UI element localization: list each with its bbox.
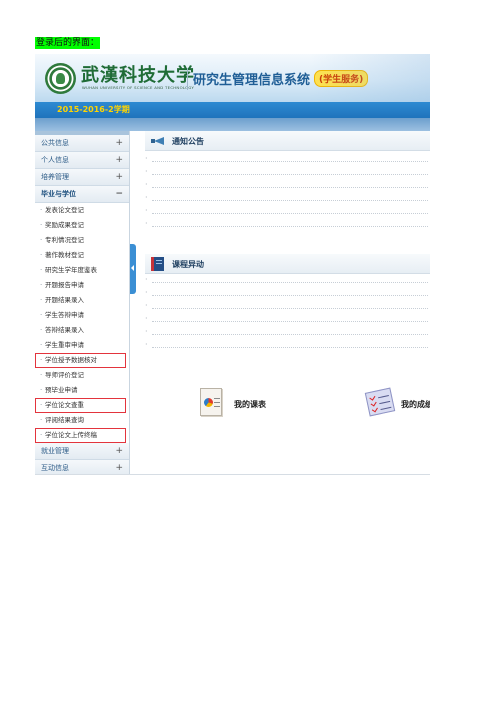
sidebar-item-defense-result[interactable]: 答辩结果录入 [35,323,129,338]
system-title: 研究生管理信息系统 [193,73,311,88]
university-logo-icon [45,63,76,94]
main-content: 通知公告 课程异动 我的课表 [136,131,430,474]
course-change-row[interactable] [145,340,428,349]
sidebar-item-defense-application[interactable]: 学生答辩申请 [35,308,129,323]
my-timetable-button[interactable]: 我的课表 [192,384,284,424]
sidebar-item-paper-registration[interactable]: 发表论文登记 [35,203,129,218]
sidebar-menu: 公共信息 + 个人信息 + 培养管理 + 毕业与学位 − 发表论文登记 奖励成果… [35,131,130,474]
menu-group-training[interactable]: 培养管理 + [35,169,129,186]
sidebar-item-degree-data-check[interactable]: 学位授予数据核对 [35,353,126,368]
sidebar-item-textbook-registration[interactable]: 著作教材登记 [35,248,129,263]
student-service-badge: (学生服务) [314,70,369,87]
sidebar-item-thesis-plagiarism-check[interactable]: 学位论文查重 [35,398,126,413]
collapse-minus-icon[interactable]: − [115,186,123,203]
menu-group-label: 互动信息 [41,464,69,472]
menu-group-label: 培养管理 [41,173,69,181]
notice-panel-title: 通知公告 [172,137,204,146]
menu-group-graduation-degree[interactable]: 毕业与学位 − [35,186,129,203]
my-timetable-label: 我的课表 [234,400,266,409]
sidebar-item-pre-graduation[interactable]: 预毕业申请 [35,383,129,398]
grades-checklist-icon [364,387,396,417]
sidebar-item-proposal-result[interactable]: 开题结果录入 [35,293,129,308]
menu-group-personal-info[interactable]: 个人信息 + [35,152,129,169]
notice-row[interactable] [145,219,428,228]
timetable-chart-icon [200,388,222,416]
course-change-row[interactable] [145,301,428,310]
term-bar: 2015-2016-2学期 [35,102,430,118]
notice-row[interactable] [145,206,428,215]
current-term: 2015-2016-2学期 [57,105,130,114]
sidebar-item-annual-appraisal[interactable]: 研究生学年度鉴表 [35,263,129,278]
course-change-panel-header: 课程异动 [145,254,430,274]
expand-plus-icon[interactable]: + [115,443,123,460]
expand-plus-icon[interactable]: + [115,460,123,474]
notice-panel-header: 通知公告 [145,131,430,151]
expand-plus-icon[interactable]: + [115,135,123,152]
sidebar-item-review-result-query[interactable]: 评阅结果查询 [35,413,129,428]
notice-row[interactable] [145,154,428,163]
menu-group-label: 公共信息 [41,139,69,147]
megaphone-icon [151,135,167,147]
sidebar-item-proposal-application[interactable]: 开题报告申请 [35,278,129,293]
course-change-row[interactable] [145,314,428,323]
sidebar-item-patent-registration[interactable]: 专利情况登记 [35,233,129,248]
notice-row[interactable] [145,193,428,202]
notice-row[interactable] [145,180,428,189]
header-banner: 武漢科技大学 WUHAN UNIVERSITY OF SCIENCE AND T… [35,54,430,102]
menu-group-employment[interactable]: 就业管理 + [35,443,129,460]
university-english-name: WUHAN UNIVERSITY OF SCIENCE AND TECHNOLO… [82,85,195,90]
menu-group-label: 个人信息 [41,156,69,164]
my-grades-label: 我的成绩 [401,400,430,409]
my-grades-button[interactable]: 我的成绩 [361,384,430,424]
sidebar-item-advisor-evaluation[interactable]: 导师评价登记 [35,368,129,383]
sidebar-item-award-registration[interactable]: 奖励成果登记 [35,218,129,233]
book-icon [151,257,164,271]
expand-plus-icon[interactable]: + [115,169,123,186]
course-change-row[interactable] [145,275,428,284]
course-change-row[interactable] [145,327,428,336]
menu-group-label: 就业管理 [41,447,69,455]
university-name: 武漢科技大学 [81,65,195,86]
expand-plus-icon[interactable]: + [115,152,123,169]
menu-group-public-info[interactable]: 公共信息 + [35,135,129,152]
sidebar-item-review-application[interactable]: 学生重审申请 [35,338,129,353]
notice-row[interactable] [145,167,428,176]
sidebar-item-thesis-final-upload[interactable]: 学位论文上传终稿 [35,428,126,443]
document-caption: 登录后的界面： [35,37,101,49]
course-change-panel-title: 课程异动 [172,260,204,269]
app-window: 武漢科技大学 WUHAN UNIVERSITY OF SCIENCE AND T… [35,54,430,475]
menu-group-interaction[interactable]: 互动信息 + [35,460,129,474]
course-change-row[interactable] [145,288,428,297]
sub-bar [35,118,430,131]
header-divider [187,68,188,90]
menu-group-label: 毕业与学位 [41,190,76,198]
